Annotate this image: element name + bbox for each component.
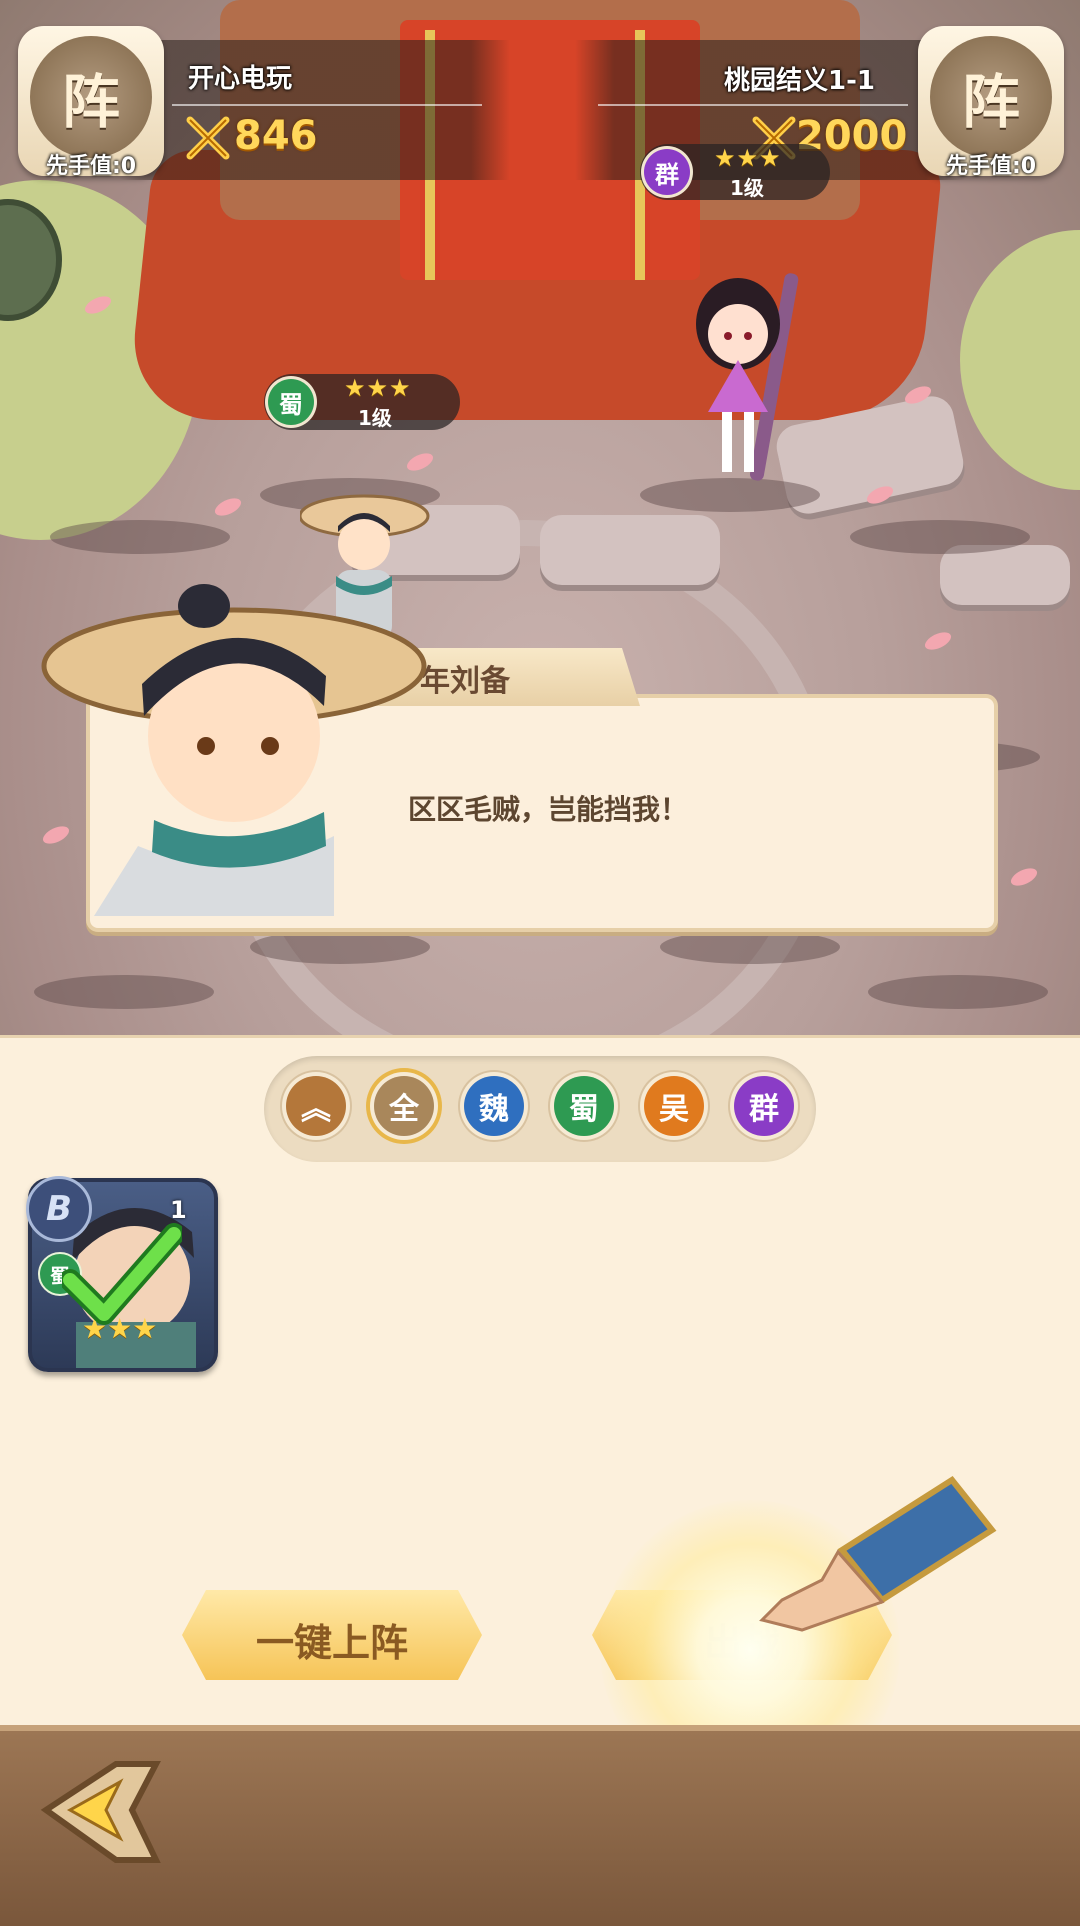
formation-char: 阵 bbox=[961, 68, 1020, 136]
petal bbox=[212, 494, 244, 520]
slot-shadow bbox=[34, 975, 214, 1009]
slot-shadow bbox=[850, 520, 1030, 554]
divider bbox=[598, 104, 908, 106]
unit-level: 1级 bbox=[358, 406, 392, 430]
formation-char: 阵 bbox=[61, 68, 120, 136]
tutorial-hand-icon bbox=[759, 1476, 997, 1632]
player-unit-badge: 蜀 ★★★ 1级 bbox=[264, 374, 460, 430]
crossed-swords-icon bbox=[186, 116, 230, 160]
stone-tile bbox=[540, 515, 720, 585]
petal bbox=[404, 449, 436, 475]
slot-shadow bbox=[868, 975, 1048, 1009]
initiative-value: 先手值:0 bbox=[45, 154, 137, 179]
player-power: 846 bbox=[234, 113, 318, 159]
player-info-bar bbox=[120, 40, 510, 180]
player-formation-button[interactable]: 阵 先手值:0 bbox=[18, 26, 164, 179]
petal bbox=[1008, 864, 1040, 890]
divider bbox=[172, 104, 482, 106]
unit-level: 1级 bbox=[730, 176, 764, 200]
dialog-text: 区区毛贼，岂能挡我！ bbox=[408, 793, 689, 826]
grass-right bbox=[960, 230, 1080, 490]
filter-all-button[interactable]: 全 bbox=[374, 1076, 434, 1136]
player-name: 开心电玩 bbox=[188, 64, 293, 94]
enemy-unit-badge: 群 ★★★ 1级 bbox=[640, 144, 830, 200]
slot-shadow bbox=[50, 520, 230, 554]
filter-qun-button[interactable]: 群 bbox=[734, 1076, 794, 1136]
speaker-portrait bbox=[41, 584, 427, 916]
faction-qun-icon: 群 bbox=[644, 149, 690, 195]
auto-deploy-label: 一键上阵 bbox=[255, 1621, 408, 1665]
enemy-hero-sprite[interactable] bbox=[660, 262, 830, 492]
stage-name: 桃园结义1-1 bbox=[724, 66, 875, 96]
enemy-formation-button[interactable]: 阵 先手值:0 bbox=[918, 26, 1064, 179]
initiative-value: 先手值:0 bbox=[945, 154, 1037, 179]
stone-tile bbox=[940, 545, 1070, 605]
unit-stars: ★★★ bbox=[714, 144, 782, 172]
checkmark-icon bbox=[62, 1223, 182, 1325]
back-arrow-icon[interactable] bbox=[36, 1760, 166, 1870]
filter-shu-button[interactable]: 蜀 bbox=[554, 1076, 614, 1136]
filter-wu-button[interactable]: 吴 bbox=[644, 1076, 704, 1136]
unit-stars: ★★★ bbox=[344, 374, 412, 402]
filter-wei-button[interactable]: 魏 bbox=[464, 1076, 524, 1136]
slot-shadow bbox=[660, 930, 840, 964]
auto-deploy-button[interactable]: 一键上阵 bbox=[182, 1590, 482, 1680]
slot-shadow bbox=[250, 930, 430, 964]
petal bbox=[922, 628, 954, 654]
faction-shu-icon: 蜀 bbox=[268, 379, 314, 425]
collapse-icon[interactable]: ︽ bbox=[286, 1076, 346, 1136]
